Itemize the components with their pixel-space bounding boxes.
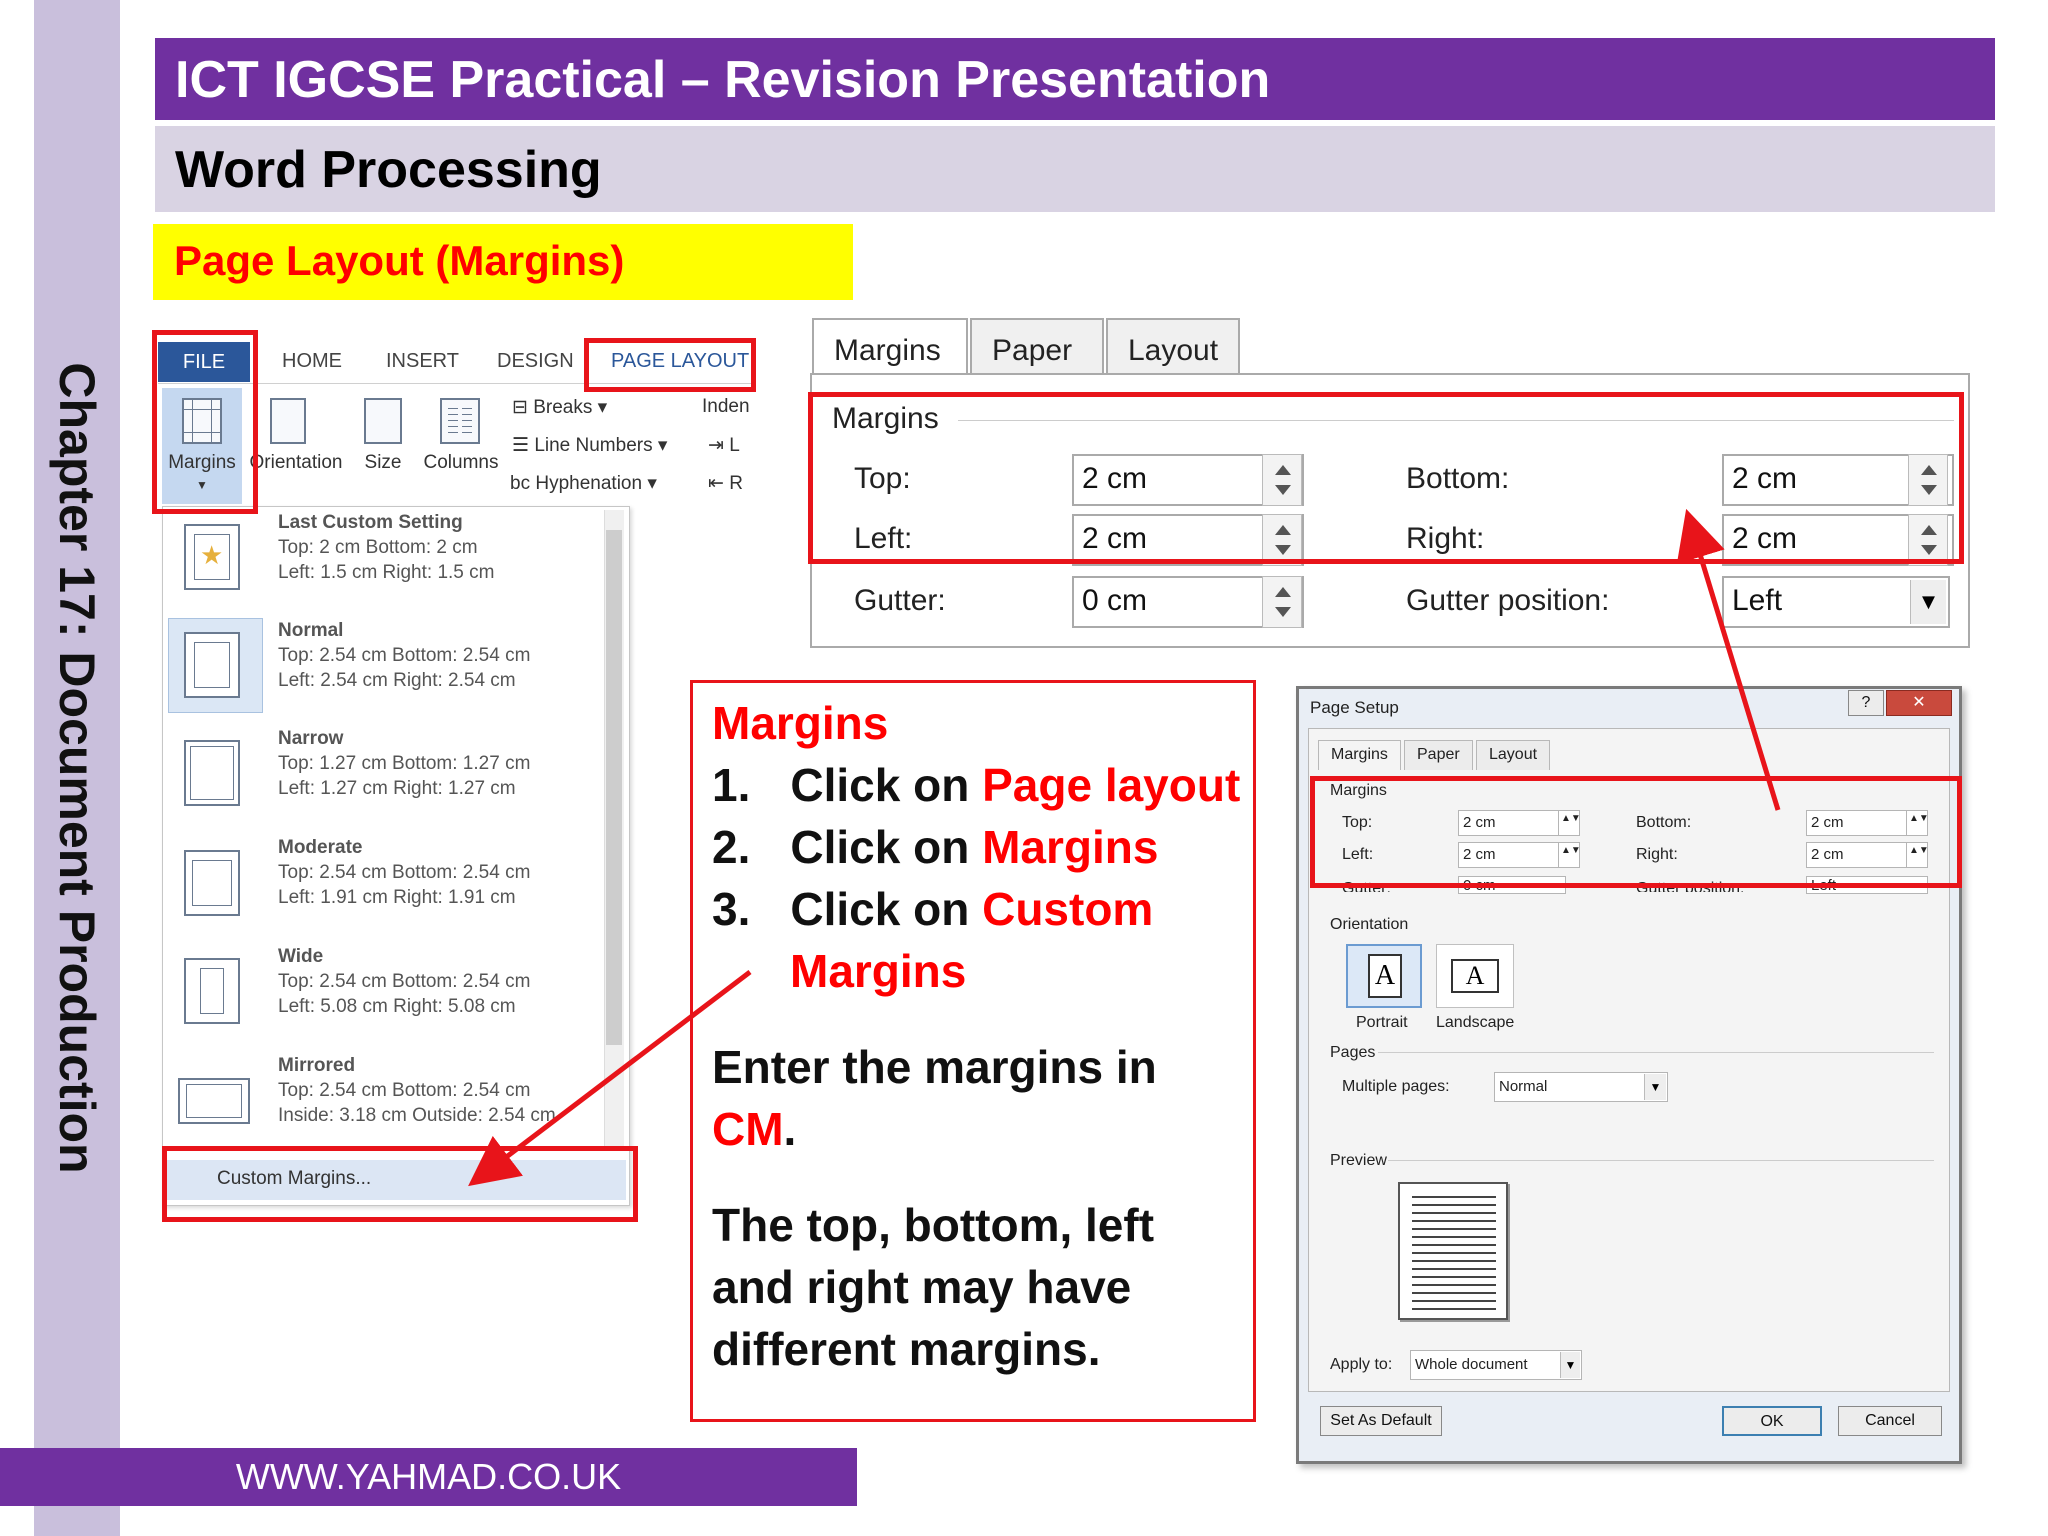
annotation-arrows: [468, 508, 1781, 1187]
footer-url[interactable]: WWW.YAHMAD.CO.UK: [0, 1456, 857, 1498]
arrow-to-margin-fields: [1676, 508, 1781, 811]
arrow-to-custom-margins: [468, 970, 752, 1187]
